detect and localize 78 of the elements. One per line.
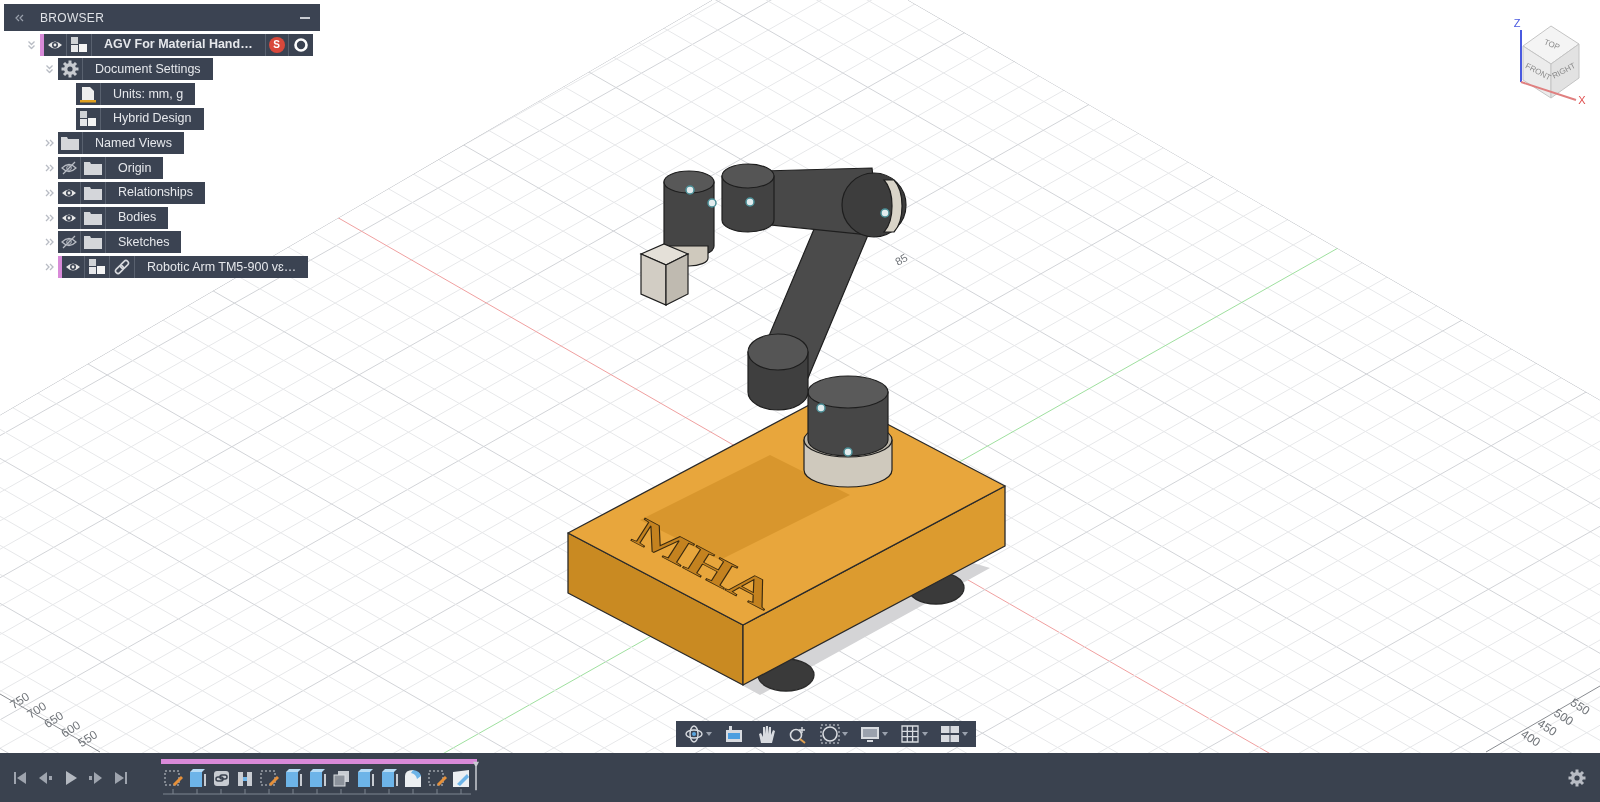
orbit-icon [684, 724, 704, 744]
node-label: Units: mm, g [112, 85, 185, 103]
settings-icon [1568, 769, 1586, 788]
tree-item[interactable]: Sketches [58, 231, 182, 254]
node-label: Document Settings [94, 61, 202, 78]
caret-icon [706, 732, 712, 736]
tree-item[interactable]: Units: mm, g [76, 83, 196, 106]
emboss-icon [451, 768, 471, 788]
tree-item[interactable]: Named Views [58, 132, 184, 155]
tree-item[interactable]: Document Settings [58, 58, 213, 81]
document-icon [79, 85, 97, 103]
caret-icon [922, 732, 928, 736]
sketch-icon [427, 768, 447, 788]
skip-start-icon [13, 769, 28, 786]
hand-icon [756, 724, 776, 744]
components-icon [70, 36, 88, 54]
extrude-icon [379, 768, 399, 788]
node-label: Sketches [117, 233, 171, 251]
fillet-icon [403, 768, 423, 788]
skip-end-icon [113, 769, 128, 786]
tree-item[interactable]: Robotic Arm TM5-900 vɛ… [58, 255, 309, 278]
viewports-icon [940, 724, 960, 744]
monitor-icon [860, 724, 880, 744]
tree-item[interactable]: Bodies [58, 206, 169, 229]
combine-icon [331, 768, 351, 788]
dimension-label: 85 [893, 251, 910, 268]
folder-icon [84, 209, 102, 226]
minimize-icon[interactable] [300, 16, 310, 19]
node-label: Hybrid Design [112, 110, 193, 128]
folder-icon [61, 135, 79, 152]
screen-icon [724, 724, 744, 744]
link-icon [211, 768, 231, 788]
panel-title: BROWSER [40, 9, 105, 27]
grid-icon [900, 724, 920, 744]
activate-radio[interactable] [293, 37, 308, 52]
timeline-feature[interactable] [425, 767, 449, 789]
hidden-eye-icon[interactable] [61, 235, 77, 250]
x-axis-line [1520, 81, 1577, 101]
play-icon [63, 769, 78, 786]
fit-icon [820, 724, 840, 744]
caret-icon [962, 732, 968, 736]
tree-item[interactable]: Hybrid Design [76, 107, 204, 130]
node-label: AGV For Material Hand… [103, 36, 254, 54]
node-label: Origin [117, 159, 153, 177]
gear-icon [61, 60, 79, 79]
axis-label: X [1578, 94, 1586, 106]
node-label: Relationships [117, 184, 195, 202]
node-label: Named Views [94, 135, 173, 153]
fit-button[interactable] [818, 721, 850, 747]
cubes-icon [79, 110, 97, 128]
sketch-icon [259, 768, 279, 788]
extrude-icon [187, 768, 207, 788]
components-icon [88, 258, 106, 276]
folder-icon [84, 184, 102, 201]
node-label: Bodies [117, 209, 158, 227]
caret-icon [842, 732, 848, 736]
hidden-eye-icon[interactable] [61, 161, 77, 176]
timeline-feature[interactable] [161, 767, 185, 789]
step-forward-icon [88, 769, 103, 786]
extrude-icon [283, 768, 303, 788]
folder-icon [84, 160, 102, 177]
user-badge: S [268, 36, 285, 53]
link-icon [113, 258, 131, 275]
extrude-icon [355, 768, 375, 788]
node-label: Robotic Arm TM5-900 vɛ… [146, 258, 298, 276]
timeline-feature[interactable] [257, 767, 281, 789]
collapse-panel-icon[interactable] [14, 13, 24, 22]
tree-item[interactable]: Relationships [58, 181, 206, 204]
sketch-icon [163, 768, 183, 788]
tree-item[interactable]: AGV For Material Hand… S [40, 33, 313, 56]
extrude-icon [307, 768, 327, 788]
zoom-icon [788, 724, 808, 744]
tree-item[interactable]: Origin [58, 157, 164, 180]
z-axis-line [1520, 29, 1522, 83]
folder-icon [84, 234, 102, 251]
step-back-icon [38, 769, 53, 786]
axis-label: Z [1513, 17, 1521, 29]
caret-icon [882, 732, 888, 736]
